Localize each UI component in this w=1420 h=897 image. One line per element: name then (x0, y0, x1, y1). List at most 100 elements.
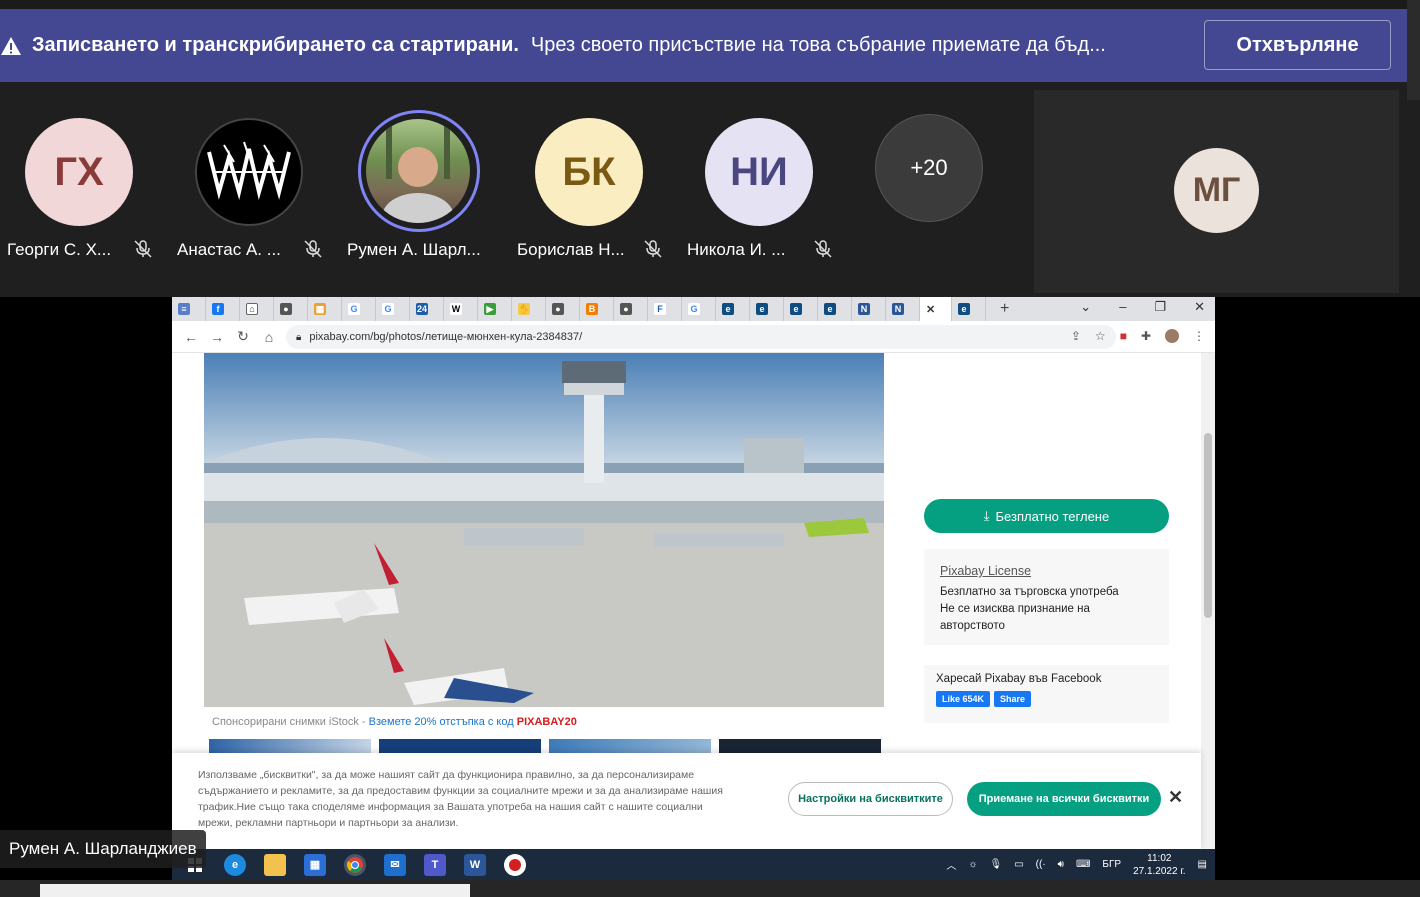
reload-icon[interactable]: ↻ (230, 328, 256, 345)
facebook-text: Харесай Pixabay във Facebook (936, 673, 1102, 685)
wifi-icon[interactable]: ((· (1036, 859, 1046, 870)
menu-icon[interactable]: ⋮ (1193, 329, 1205, 343)
browser-tab[interactable]: G (682, 297, 716, 321)
clock-date: 27.1.2022 г. (1133, 865, 1186, 877)
page-scrollbar[interactable] (1201, 353, 1215, 849)
system-tray: ︿ ☼ 🎙︎ ▭ ((· 🔊︎ ⌨ БГР 11:02 27.1.2022 г.… (946, 849, 1207, 880)
browser-tab[interactable]: e (818, 297, 852, 321)
browser-tab[interactable]: e (784, 297, 818, 321)
browser-tab[interactable]: ✋ (512, 297, 546, 321)
mic-muted-icon (132, 238, 154, 260)
more-participants-button[interactable]: +20 (850, 110, 1020, 280)
file-explorer-icon[interactable] (264, 853, 286, 876)
dismiss-button[interactable]: Отхвърляне (1204, 20, 1391, 70)
maximize-icon[interactable]: ❐ (1154, 299, 1166, 315)
teams-icon[interactable]: T (424, 853, 446, 876)
browser-tab[interactable]: ● (614, 297, 648, 321)
browser-tab[interactable]: e (716, 297, 750, 321)
accept-cookies-button[interactable]: Приемане на всички бисквитки (967, 782, 1161, 816)
recording-banner: Записването и транскрибирането са старти… (0, 9, 1407, 82)
browser-tab[interactable]: 24 (410, 297, 444, 321)
mail-icon[interactable]: ✉ (384, 853, 406, 876)
language-indicator[interactable]: БГР (1102, 859, 1121, 870)
thumbnail[interactable] (379, 739, 541, 753)
word-icon[interactable]: W (464, 853, 486, 876)
participant-tile[interactable]: БК Борислав Н... (510, 110, 680, 280)
forward-icon[interactable]: → (204, 329, 230, 345)
network-icon[interactable]: ☼ (968, 859, 977, 870)
browser-tab[interactable]: G (376, 297, 410, 321)
avatar: НИ (705, 118, 813, 226)
thumbnail[interactable] (549, 739, 711, 753)
fb-share-button[interactable]: Share (994, 691, 1032, 707)
browser-tab[interactable]: B (580, 297, 614, 321)
notification-icon[interactable]: ▤ (1198, 859, 1207, 870)
participant-tile[interactable]: Анастас А. ... (170, 110, 340, 280)
share-icon[interactable]: ⇪ (1071, 329, 1081, 343)
puzzle-icon[interactable]: ✚ (1141, 329, 1151, 343)
browser-tab[interactable]: F (648, 297, 682, 321)
store-icon[interactable]: ▦ (304, 853, 326, 876)
browser-tab[interactable]: N (886, 297, 920, 321)
browser-tab[interactable]: ▶ (478, 297, 512, 321)
download-button[interactable]: ⤓ Безплатно теглене (924, 499, 1169, 533)
address-bar[interactable]: 🔒︎ pixabay.com/bg/photos/летище-мюнхен-к… (286, 325, 1116, 349)
clock[interactable]: 11:02 27.1.2022 г. (1133, 852, 1185, 878)
teams-meeting-window: { "banner": { "title": "Записването и тр… (0, 0, 1420, 897)
license-box: Pixabay License Безплатно за търговска у… (924, 549, 1169, 645)
window-controls: ⌄ – ❐ ✕ (1080, 299, 1205, 315)
battery-icon[interactable]: ▭ (1014, 859, 1023, 870)
extension-icon[interactable]: ■ (1120, 329, 1127, 343)
browser-toolbar: ← → ↻ ⌂ 🔒︎ pixabay.com/bg/photos/летище-… (172, 321, 1215, 353)
bookmark-star-icon[interactable]: ☆ (1095, 329, 1106, 343)
browser-tab[interactable]: N (852, 297, 886, 321)
keyboard-icon[interactable]: ⌨ (1076, 859, 1090, 870)
browser-tab[interactable]: ▦ (308, 297, 342, 321)
close-icon[interactable]: ✕ (1168, 787, 1183, 808)
back-icon[interactable]: ← (178, 329, 204, 345)
browser-tab[interactable]: W (444, 297, 478, 321)
avatar: БК (535, 118, 643, 226)
sponsored-caption: Спонсорирани снимки iStock - Вземете 20%… (212, 716, 577, 728)
browser-tab[interactable]: ● (546, 297, 580, 321)
profile-avatar[interactable] (1165, 329, 1179, 343)
active-browser-tab[interactable]: ✕ (920, 297, 952, 321)
participant-tile[interactable]: ГХ Георги С. Х... (0, 110, 170, 280)
browser-tab[interactable]: ≡ (172, 297, 206, 321)
avatar: ГХ (25, 118, 133, 226)
thumbnail[interactable] (719, 739, 881, 753)
participant-tile[interactable]: НИ Никола И. ... (680, 110, 850, 280)
minimize-icon[interactable]: – (1119, 299, 1126, 315)
license-link[interactable]: Pixabay License (940, 563, 1153, 580)
new-tab-icon[interactable]: + (1000, 300, 1009, 318)
record-icon[interactable] (504, 853, 526, 876)
avatar[interactable]: МГ (1174, 148, 1259, 233)
microphone-icon[interactable]: 🎙︎ (990, 859, 1003, 870)
chevron-up-icon[interactable]: ︿ (946, 857, 956, 872)
tab-bar: ≡ f ⌂ ● ▦ G G 24 W ▶ ✋ ● B ● F G e e e e… (172, 297, 1215, 321)
close-icon[interactable]: ✕ (1194, 299, 1205, 315)
promo-code: PIXABAY20 (516, 716, 577, 728)
license-line: Не се изисква признание на авторството (940, 603, 1090, 632)
banner-title: Записването и транскрибирането са старти… (32, 34, 519, 56)
airport-photo[interactable] (204, 353, 884, 707)
browser-tab[interactable]: e (750, 297, 784, 321)
discount-link[interactable]: Вземете 20% отстъпка с код PIXABAY20 (369, 716, 577, 728)
cookie-settings-button[interactable]: Настройки на бисквитките (788, 782, 953, 816)
browser-window: ≡ f ⌂ ● ▦ G G 24 W ▶ ✋ ● B ● F G e e e e… (172, 297, 1215, 849)
scroll-thumb[interactable] (1204, 433, 1212, 618)
browser-tab[interactable]: ⌂ (240, 297, 274, 321)
volume-icon[interactable]: 🔊︎ (1058, 859, 1064, 870)
chrome-icon[interactable] (344, 853, 366, 876)
edge-icon[interactable]: e (224, 853, 246, 876)
participant-name: Анастас А. ... (177, 240, 281, 259)
browser-tab[interactable]: f (206, 297, 240, 321)
home-icon[interactable]: ⌂ (256, 329, 282, 345)
thumbnail[interactable] (209, 739, 371, 753)
participant-tile[interactable]: Румен А. Шарл... (340, 110, 510, 280)
browser-tab[interactable]: e (952, 297, 986, 321)
fb-like-button[interactable]: Like 654K (936, 691, 991, 707)
browser-tab[interactable]: ● (274, 297, 308, 321)
browser-tab[interactable]: G (342, 297, 376, 321)
tab-search-icon[interactable]: ⌄ (1080, 299, 1091, 315)
